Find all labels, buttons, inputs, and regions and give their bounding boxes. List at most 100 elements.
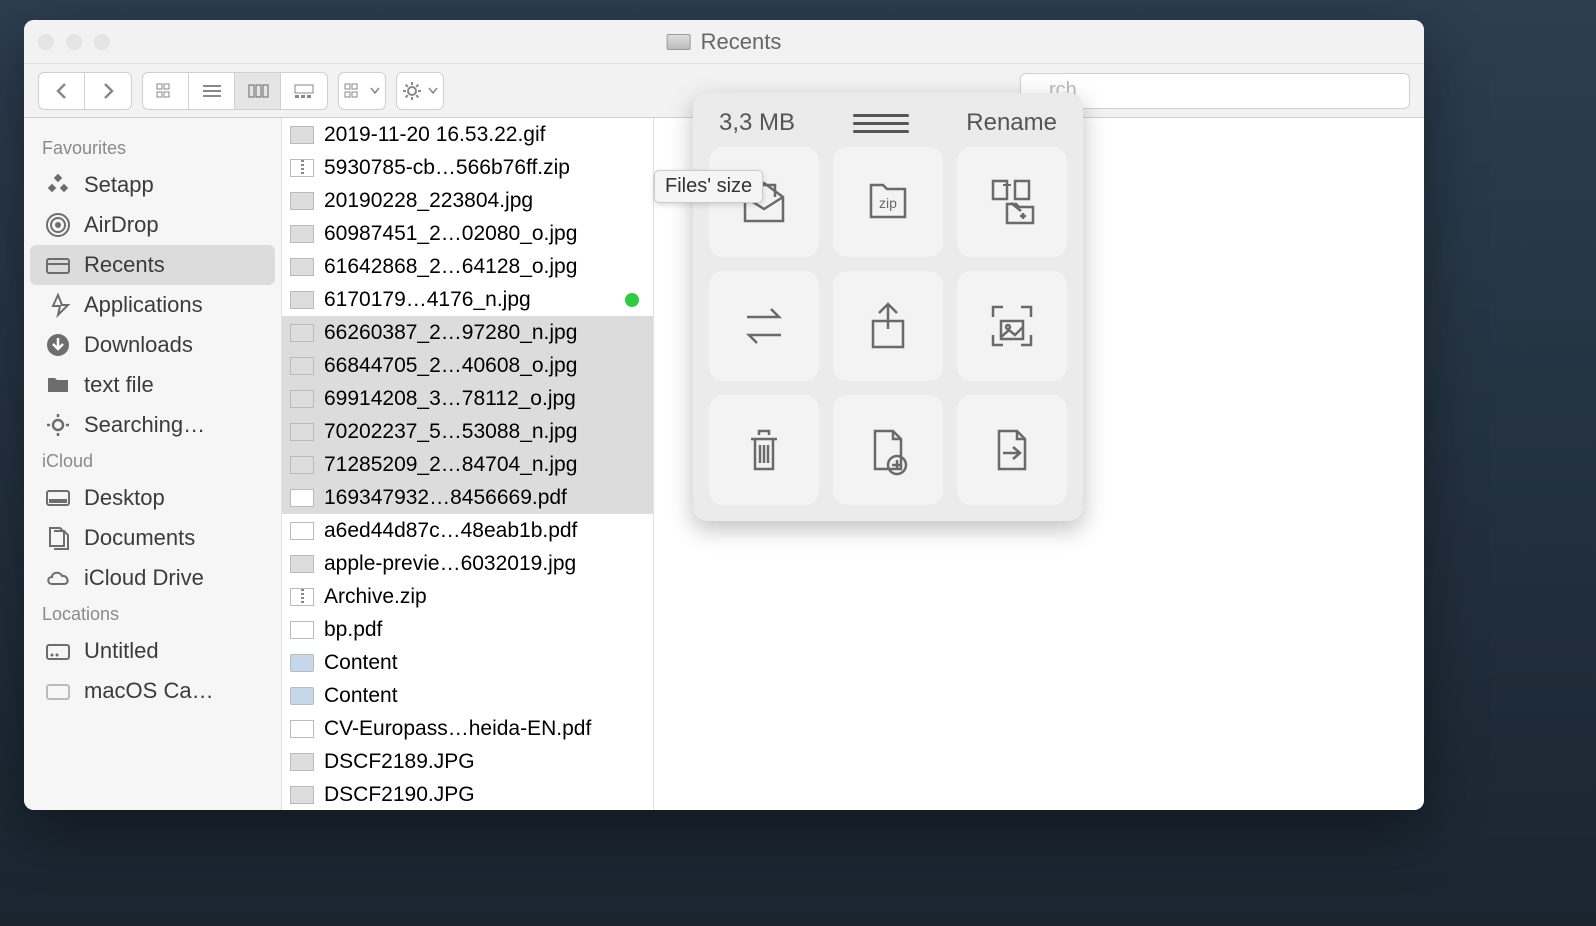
file-row[interactable]: DSCF2189.JPG — [282, 745, 653, 778]
action-copy-to-folder[interactable] — [957, 147, 1067, 257]
file-row[interactable]: 5930785-cb…566b76ff.zip — [282, 151, 653, 184]
group-dropdown[interactable] — [338, 72, 386, 110]
files-size-tooltip: Files' size — [654, 170, 763, 203]
file-row[interactable]: Content — [282, 679, 653, 712]
files-size-label[interactable]: 3,3 MB — [719, 109, 795, 137]
svg-text:zip: zip — [879, 195, 897, 211]
sidebar-item-label: Untitled — [84, 638, 159, 664]
text-file-icon — [44, 371, 72, 399]
icloud-drive-icon — [44, 564, 72, 592]
sidebar-item-label: AirDrop — [84, 212, 159, 238]
file-row[interactable]: a6ed44d87c…48eab1b.pdf — [282, 514, 653, 547]
window-title: Recents — [667, 29, 782, 55]
file-name: 169347932…8456669.pdf — [324, 486, 567, 510]
view-icon[interactable] — [143, 73, 189, 109]
chevron-down-icon — [370, 87, 380, 95]
file-row[interactable]: bp.pdf — [282, 613, 653, 646]
file-name: CV-Europass…heida-EN.pdf — [324, 717, 591, 741]
zoom-button[interactable] — [94, 34, 110, 50]
chevron-down-icon — [428, 87, 438, 95]
back-button[interactable] — [39, 73, 85, 109]
sidebar-item-label: text file — [84, 372, 154, 398]
file-thumb-icon — [290, 720, 314, 738]
sidebar-item-label: Documents — [84, 525, 195, 551]
sidebar-item-text-file[interactable]: text file — [24, 365, 281, 405]
sidebar-item-recents[interactable]: Recents — [30, 245, 275, 285]
file-thumb-icon — [290, 753, 314, 771]
minimize-button[interactable] — [66, 34, 82, 50]
rename-button[interactable]: Rename — [966, 109, 1057, 137]
untitled-icon — [44, 637, 72, 665]
searching--icon — [44, 411, 72, 439]
action-dropdown[interactable] — [396, 72, 444, 110]
action-move-to[interactable] — [957, 395, 1067, 505]
downloads-icon — [44, 331, 72, 359]
sidebar-item-macos-ca-[interactable]: macOS Ca… — [24, 671, 281, 711]
file-thumb-icon — [290, 324, 314, 342]
file-row[interactable]: 60987451_2…02080_o.jpg — [282, 217, 653, 250]
forward-button[interactable] — [85, 73, 131, 109]
file-row[interactable]: 61642868_2…64128_o.jpg — [282, 250, 653, 283]
close-button[interactable] — [38, 34, 54, 50]
file-row[interactable]: 66844705_2…40608_o.jpg — [282, 349, 653, 382]
action-image-dimensions[interactable] — [957, 271, 1067, 381]
action-share[interactable] — [833, 271, 943, 381]
view-list[interactable] — [189, 73, 235, 109]
file-row[interactable]: CV-Europass…heida-EN.pdf — [282, 712, 653, 745]
file-thumb-icon — [290, 621, 314, 639]
sidebar-item-icloud-drive[interactable]: iCloud Drive — [24, 558, 281, 598]
sidebar-item-label: macOS Ca… — [84, 678, 214, 704]
file-name: 2019-11-20 16.53.22.gif — [324, 123, 545, 147]
action-new-file[interactable] — [833, 395, 943, 505]
file-thumb-icon — [290, 390, 314, 408]
file-name: 6170179…4176_n.jpg — [324, 288, 531, 312]
file-name: bp.pdf — [324, 618, 382, 642]
action-convert[interactable] — [709, 271, 819, 381]
sidebar-section-label: Locations — [24, 598, 281, 631]
file-name: Content — [324, 651, 398, 675]
sidebar-section-label: iCloud — [24, 445, 281, 478]
desktop-icon — [44, 484, 72, 512]
sidebar-item-setapp[interactable]: Setapp — [24, 165, 281, 205]
file-row[interactable]: 66260387_2…97280_n.jpg — [282, 316, 653, 349]
file-name: DSCF2189.JPG — [324, 750, 475, 774]
file-row[interactable]: Content — [282, 646, 653, 679]
view-gallery[interactable] — [281, 73, 327, 109]
file-thumb-icon — [290, 687, 314, 705]
file-column: 2019-11-20 16.53.22.gif 5930785-cb…566b76… — [282, 118, 654, 810]
action-trash[interactable] — [709, 395, 819, 505]
file-row[interactable]: 2019-11-20 16.53.22.gif — [282, 118, 653, 151]
file-row[interactable]: apple-previe…6032019.jpg — [282, 547, 653, 580]
macos-ca--icon — [44, 677, 72, 705]
drag-handle[interactable] — [853, 114, 909, 133]
sidebar-item-untitled[interactable]: Untitled — [24, 631, 281, 671]
file-thumb-icon — [290, 258, 314, 276]
file-name: 61642868_2…64128_o.jpg — [324, 255, 577, 279]
file-thumb-icon — [290, 456, 314, 474]
title-text: Recents — [701, 29, 782, 55]
file-row[interactable]: 20190228_223804.jpg — [282, 184, 653, 217]
file-row[interactable]: 6170179…4176_n.jpg — [282, 283, 653, 316]
file-name: Content — [324, 684, 398, 708]
gear-icon — [402, 81, 422, 101]
file-row[interactable]: 70202237_5…53088_n.jpg — [282, 415, 653, 448]
file-thumb-icon — [290, 522, 314, 540]
sidebar-item-downloads[interactable]: Downloads — [24, 325, 281, 365]
sidebar-item-searching-[interactable]: Searching… — [24, 405, 281, 445]
titlebar: Recents — [24, 20, 1424, 64]
action-zip[interactable]: zip — [833, 147, 943, 257]
file-row[interactable]: DSCF2190.JPG — [282, 778, 653, 810]
view-columns[interactable] — [235, 73, 281, 109]
sidebar-item-label: Searching… — [84, 412, 205, 438]
sidebar-item-documents[interactable]: Documents — [24, 518, 281, 558]
file-row[interactable]: 69914208_3…78112_o.jpg — [282, 382, 653, 415]
file-row[interactable]: 169347932…8456669.pdf — [282, 481, 653, 514]
sidebar-section-label: Favourites — [24, 132, 281, 165]
file-row[interactable]: Archive.zip — [282, 580, 653, 613]
sidebar-item-applications[interactable]: Applications — [24, 285, 281, 325]
sidebar-item-desktop[interactable]: Desktop — [24, 478, 281, 518]
file-name: 66844705_2…40608_o.jpg — [324, 354, 577, 378]
file-row[interactable]: 71285209_2…84704_n.jpg — [282, 448, 653, 481]
file-thumb-icon — [290, 786, 314, 804]
sidebar-item-airdrop[interactable]: AirDrop — [24, 205, 281, 245]
